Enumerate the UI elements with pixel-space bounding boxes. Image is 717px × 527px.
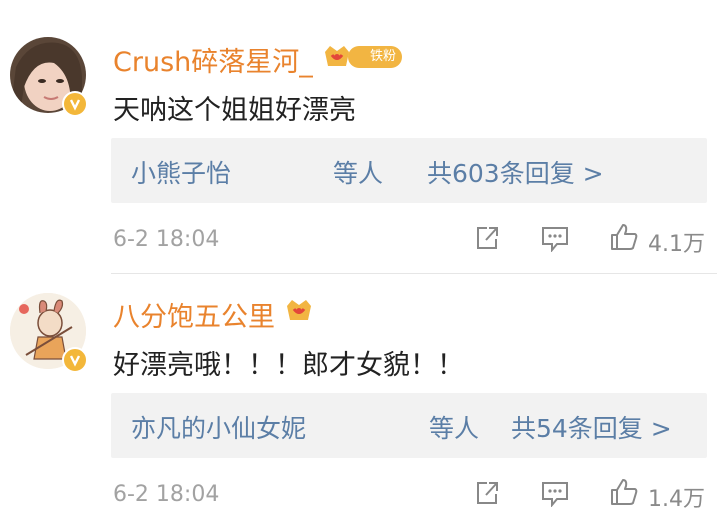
comment-icon[interactable] xyxy=(541,226,569,252)
like-count: 4.1万 xyxy=(648,232,705,257)
reply-users[interactable]: 亦凡的小仙女妮 xyxy=(131,409,306,445)
reply-count-link[interactable]: 共603条回复 > xyxy=(427,154,604,190)
comment-icon[interactable] xyxy=(541,481,569,507)
verified-badge-icon xyxy=(62,91,88,117)
reply-users-suffix: 等人 xyxy=(333,159,384,188)
share-icon[interactable] xyxy=(474,480,500,506)
comment-text: 天呐这个姐姐好漂亮 xyxy=(113,95,356,126)
replies-box[interactable]: 小熊子怡 等人 共603条回复 > xyxy=(111,138,707,203)
like-count: 1.4万 xyxy=(648,487,705,512)
username[interactable]: Crush碎落星河_ xyxy=(113,40,313,79)
username[interactable]: 八分饱五公里 xyxy=(113,295,275,334)
reply-users-suffix: 等人 xyxy=(429,414,480,443)
reply-count-link[interactable]: 共54条回复 > xyxy=(511,409,672,445)
comment-text: 好漂亮哦！！！郎才女貌！！ xyxy=(113,350,464,381)
thumbs-up-icon[interactable] xyxy=(609,222,639,252)
reply-users[interactable]: 小熊子怡 xyxy=(131,154,231,190)
replies-box[interactable]: 亦凡的小仙女妮 等人 共54条回复 > xyxy=(111,393,707,458)
comment-date: 6-2 18:04 xyxy=(113,482,220,507)
fan-badge: 铁粉 xyxy=(348,46,403,68)
divider xyxy=(111,273,717,274)
comment-date: 6-2 18:04 xyxy=(113,227,220,252)
thumbs-up-icon[interactable] xyxy=(609,477,639,507)
share-icon[interactable] xyxy=(474,225,500,251)
crown-badge-icon xyxy=(287,300,311,320)
verified-badge-icon xyxy=(62,347,88,373)
